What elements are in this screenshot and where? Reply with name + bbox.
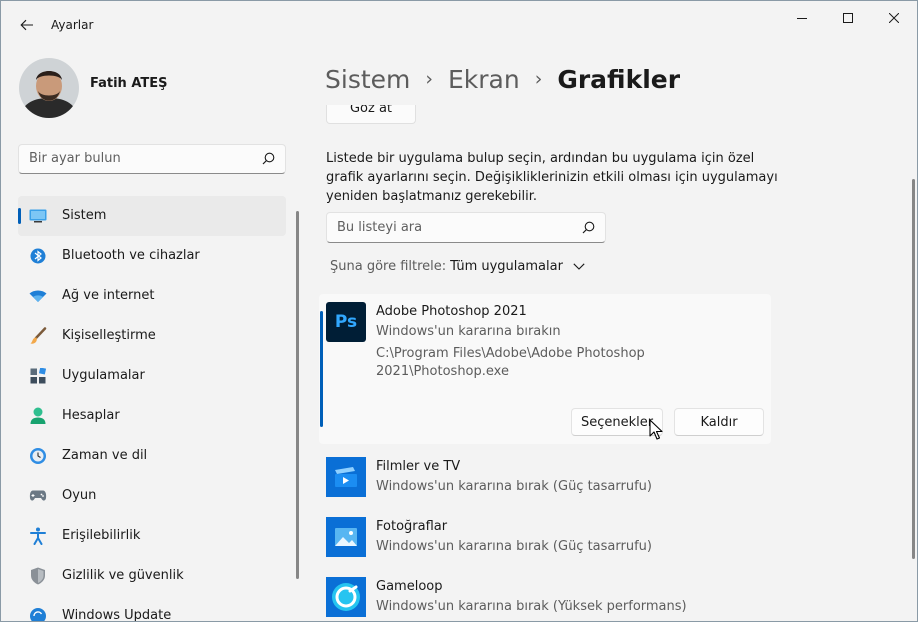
sidebar-item-label: Zaman ve dil <box>62 448 148 463</box>
photos-icon <box>326 517 366 557</box>
sidebar-item-label: Kişiselleştirme <box>62 328 156 343</box>
remove-button[interactable]: Kaldır <box>674 408 764 436</box>
app-gpu-preference: Windows'un kararına bırakın <box>376 324 561 339</box>
options-button-label: Seçenekler <box>580 414 654 430</box>
app-name: Filmler ve TV <box>376 459 461 474</box>
profile-name: Fatih ATEŞ <box>90 76 168 91</box>
sidebar-item-label: Bluetooth ve cihazlar <box>62 248 200 263</box>
wifi-icon <box>29 287 47 305</box>
app-name: Fotoğraflar <box>376 519 448 534</box>
selection-indicator <box>18 208 21 224</box>
sidebar-item-label: Sistem <box>62 208 107 223</box>
update-icon <box>29 607 47 621</box>
photoshop-icon: Ps <box>326 302 366 342</box>
sidebar-nav: Sistem Bluetooth ve cihazlar Ağ ve inter… <box>18 196 286 622</box>
sidebar-item-bluetooth[interactable]: Bluetooth ve cihazlar <box>18 236 286 276</box>
mouse-cursor-icon <box>649 419 663 440</box>
breadcrumb-ekran[interactable]: Ekran <box>448 65 520 94</box>
browse-button-label: Göz at <box>349 105 393 116</box>
breadcrumb: Sistem › Ekran › Grafikler <box>325 61 680 97</box>
maximize-button[interactable] <box>825 1 871 35</box>
accessibility-icon <box>29 527 47 545</box>
gamepad-icon <box>29 487 47 505</box>
sidebar-item-label: Oyun <box>62 488 97 503</box>
sidebar-item-sistem[interactable]: Sistem <box>18 196 286 236</box>
window-title: Ayarlar <box>51 18 94 32</box>
account-icon <box>29 407 47 425</box>
sidebar-item-label: Erişilebilirlik <box>62 528 141 543</box>
sidebar-item-network[interactable]: Ağ ve internet <box>18 276 286 316</box>
minimize-button[interactable] <box>779 1 825 35</box>
sidebar-item-apps[interactable]: Uygulamalar <box>18 356 286 396</box>
sidebar-item-label: Gizlilik ve güvenlik <box>62 568 184 583</box>
remove-button-label: Kaldır <box>700 414 738 430</box>
system-icon <box>29 207 47 225</box>
search-icon <box>582 221 595 234</box>
graphics-description: Listede bir uygulama bulup seçin, ardınd… <box>326 151 778 204</box>
sidebar-item-privacy[interactable]: Gizlilik ve güvenlik <box>18 556 286 596</box>
sidebar-item-label: Windows Update <box>62 608 172 622</box>
filter-label: Şuna göre filtrele: <box>330 259 447 274</box>
gameloop-icon <box>326 577 366 617</box>
page-title: Grafikler <box>557 64 681 94</box>
app-gpu-preference: Windows'un kararına bırak (Güç tasarrufu… <box>376 479 652 494</box>
settings-window: Ayarlar Fatih ATEŞ Si <box>0 0 918 622</box>
browse-button[interactable]: Göz at <box>326 105 416 124</box>
back-button[interactable] <box>13 11 41 39</box>
app-name: Gameloop <box>376 579 443 594</box>
sidebar-item-label: Ağ ve internet <box>62 288 155 303</box>
close-button[interactable] <box>871 1 917 35</box>
app-gpu-preference: Windows'un kararına bırak (Yüksek perfor… <box>376 599 687 614</box>
minimize-icon <box>797 18 807 19</box>
avatar[interactable] <box>19 58 79 118</box>
breadcrumb-sistem[interactable]: Sistem <box>325 65 410 94</box>
sidebar-item-gaming[interactable]: Oyun <box>18 476 286 516</box>
close-icon <box>889 13 899 23</box>
app-name: Adobe Photoshop 2021 <box>376 304 527 319</box>
sidebar-item-accounts[interactable]: Hesaplar <box>18 396 286 436</box>
app-path: C:\Program Files\Adobe\Adobe Photoshop 2… <box>376 346 645 379</box>
selection-indicator <box>320 311 323 427</box>
search-icon <box>262 152 275 165</box>
settings-search-input[interactable] <box>29 151 249 166</box>
bluetooth-icon <box>29 247 47 265</box>
chevron-right-icon: › <box>425 68 433 90</box>
app-filter-dropdown[interactable]: Şuna göre filtrele: Tüm uygulamalar <box>330 259 585 274</box>
time-language-icon <box>29 447 47 465</box>
arrow-left-icon <box>20 19 33 31</box>
sidebar-item-label: Uygulamalar <box>62 368 145 383</box>
chevron-down-icon <box>573 263 585 270</box>
apps-icon <box>29 367 47 385</box>
brush-icon <box>29 327 47 345</box>
chevron-right-icon: › <box>534 68 543 90</box>
profile-photo-icon <box>19 58 79 118</box>
settings-search-box[interactable] <box>18 144 286 174</box>
sidebar-item-label: Hesaplar <box>62 408 120 423</box>
filter-value: Tüm uygulamalar <box>450 259 563 274</box>
sidebar-item-personalization[interactable]: Kişiselleştirme <box>18 316 286 356</box>
app-gpu-preference: Windows'un kararına bırak (Güç tasarrufu… <box>376 539 652 554</box>
photoshop-icon-text: Ps <box>334 312 358 332</box>
maximize-icon <box>843 13 853 23</box>
sidebar-item-time-language[interactable]: Zaman ve dil <box>18 436 286 476</box>
title-bar: Ayarlar <box>1 1 917 49</box>
sidebar-scrollbar[interactable] <box>296 211 299 579</box>
sidebar-item-windows-update[interactable]: Windows Update <box>18 596 286 622</box>
sidebar-item-accessibility[interactable]: Erişilebilirlik <box>18 516 286 556</box>
shield-icon <box>29 567 47 585</box>
movies-tv-icon <box>326 457 366 497</box>
content-scrollbar[interactable] <box>912 179 915 559</box>
app-list-search-box[interactable] <box>326 212 606 243</box>
app-list-search-input[interactable] <box>337 220 567 235</box>
